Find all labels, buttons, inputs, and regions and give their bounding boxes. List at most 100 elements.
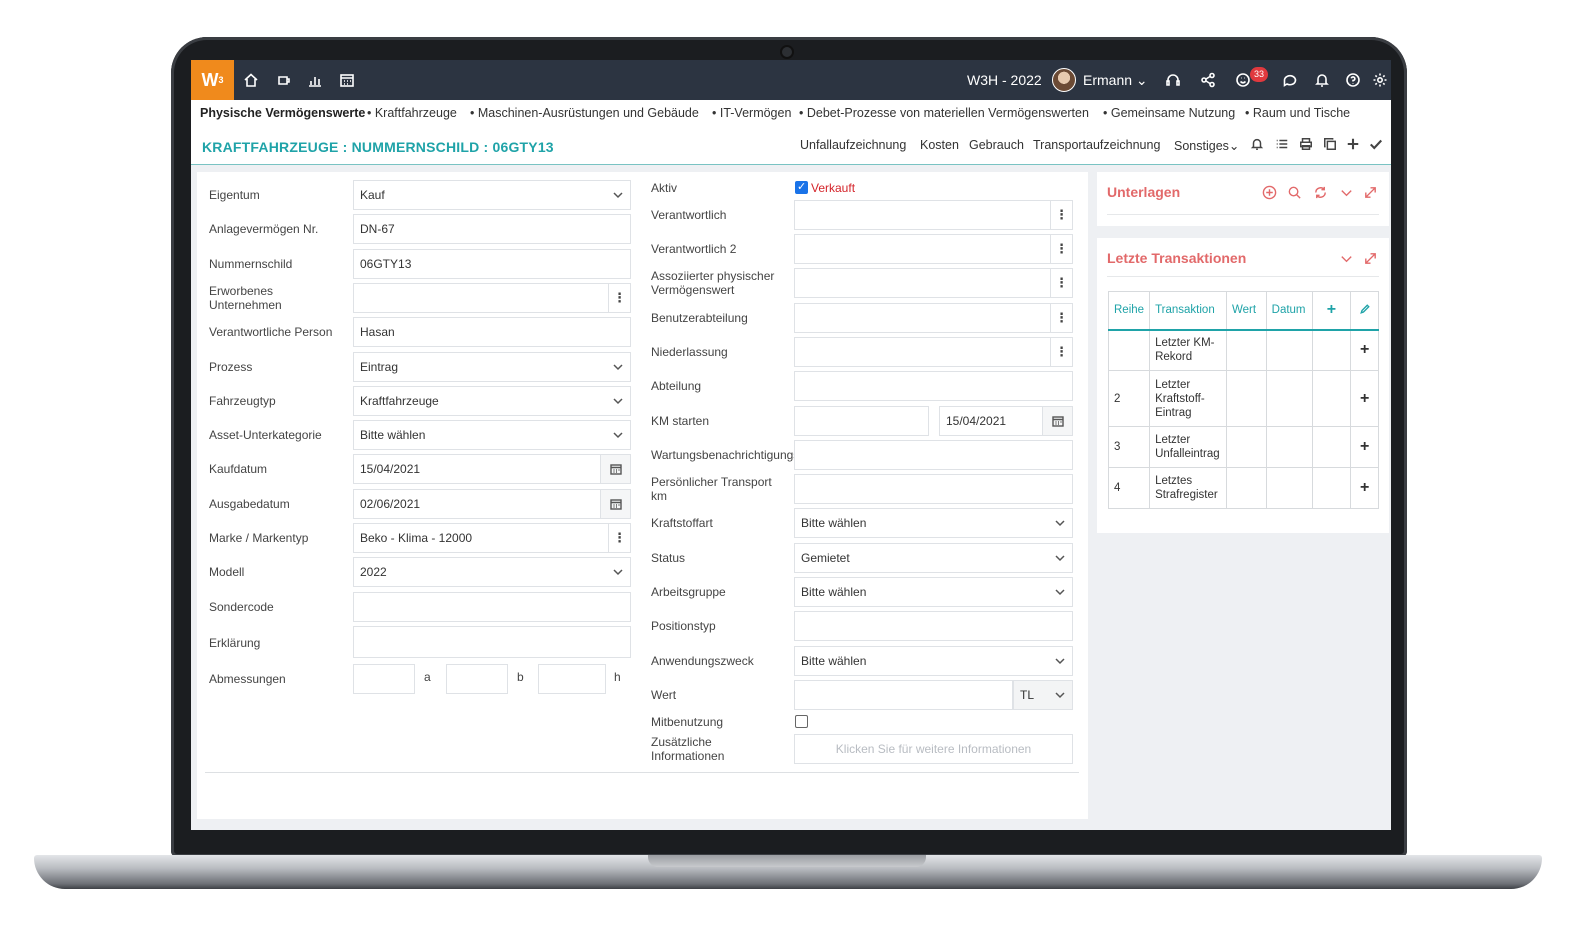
status-select[interactable]: Gemietet: [794, 543, 1073, 573]
abteilung-input[interactable]: [794, 371, 1073, 401]
headset-icon[interactable]: [1163, 70, 1183, 90]
zusaetzliche-button[interactable]: Klicken Sie für weitere Informationen: [794, 734, 1073, 764]
tab-transportaufzeichnung[interactable]: Transportaufzeichnung: [1033, 138, 1160, 152]
persoenlicher-input[interactable]: [794, 474, 1073, 504]
expand-icon[interactable]: [1361, 249, 1379, 267]
transaktionen-panel: Letzte Transaktionen Reihe Transaktion W…: [1097, 238, 1389, 533]
user-menu[interactable]: Ermann ⌄: [1083, 72, 1148, 89]
cell-transaktion: Letzter Kraftstoff-Eintrag: [1149, 370, 1227, 427]
nav-kraftfahrzeuge[interactable]: • Kraftfahrzeuge: [367, 106, 457, 120]
search-icon[interactable]: [1285, 183, 1303, 201]
ausgabedatum-input[interactable]: 02/06/2021: [353, 489, 631, 519]
more-vertical-icon[interactable]: ⋮: [1050, 269, 1072, 297]
tab-gebrauch[interactable]: Gebrauch: [969, 138, 1024, 152]
kraftstoffart-select[interactable]: Bitte wählen: [794, 508, 1073, 538]
more-vertical-icon[interactable]: ⋮: [1050, 304, 1072, 332]
verkauft-checkbox[interactable]: [795, 180, 808, 194]
nav-it[interactable]: • IT-Vermögen: [712, 106, 791, 120]
km-starten-date[interactable]: 15/04/2021: [939, 406, 1073, 436]
add-icon[interactable]: [1346, 137, 1362, 153]
nav-gemeinsame[interactable]: • Gemeinsame Nutzung: [1103, 106, 1235, 120]
more-vertical-icon[interactable]: ⋮: [1050, 235, 1072, 263]
eigentum-select[interactable]: Kauf: [353, 180, 631, 210]
verantwortlich-lookup[interactable]: ⋮: [794, 200, 1073, 230]
unterlagen-panel: Unterlagen: [1097, 172, 1389, 226]
avatar[interactable]: [1052, 68, 1076, 92]
list-icon[interactable]: [1275, 137, 1291, 153]
calendar-icon[interactable]: [600, 455, 630, 483]
calendar-icon[interactable]: [337, 70, 357, 90]
calendar-icon[interactable]: [1042, 407, 1072, 435]
mitbenutzung-checkbox[interactable]: [795, 715, 808, 728]
row-add-icon[interactable]: +: [1350, 329, 1379, 371]
row-add-icon[interactable]: +: [1350, 467, 1379, 509]
tab-unfallaufzeichnung[interactable]: Unfallaufzeichnung: [800, 138, 906, 152]
abmessung-a-input[interactable]: [353, 664, 415, 694]
more-vertical-icon[interactable]: ⋮: [1050, 338, 1072, 366]
positionstyp-input[interactable]: [794, 611, 1073, 641]
app-logo[interactable]: W3: [191, 60, 234, 100]
gear-icon[interactable]: [1370, 70, 1390, 90]
asset-unterkategorie-select[interactable]: Bitte wählen: [353, 420, 631, 450]
cell-wert: [1225, 329, 1267, 371]
copy-icon[interactable]: [1323, 137, 1339, 153]
more-vertical-icon[interactable]: ⋮: [1050, 201, 1072, 229]
unit-b: b: [517, 670, 524, 684]
edit-pencil-icon[interactable]: [1350, 291, 1379, 331]
nummernschild-input[interactable]: 06GTY13: [353, 249, 631, 279]
row-add-icon[interactable]: +: [1350, 370, 1379, 427]
sondercode-input[interactable]: [353, 592, 631, 622]
help-icon[interactable]: [1343, 70, 1363, 90]
km-starten-input[interactable]: [794, 406, 929, 436]
benutzerabteilung-lookup[interactable]: ⋮: [794, 303, 1073, 333]
print-icon[interactable]: [1299, 137, 1315, 153]
home-icon[interactable]: [241, 70, 261, 90]
nav-raum[interactable]: • Raum und Tische: [1245, 106, 1350, 120]
modell-select[interactable]: 2022: [353, 557, 631, 587]
marke-lookup[interactable]: Beko - Klima - 12000 ⋮: [353, 523, 631, 553]
nav-physische[interactable]: Physische Vermögenswerte: [200, 106, 365, 120]
assoziierter-lookup[interactable]: ⋮: [794, 268, 1073, 298]
cell-transaktion: Letzter Unfalleintrag: [1149, 426, 1227, 468]
share-icon[interactable]: [1198, 70, 1218, 90]
erworbenes-lookup[interactable]: ⋮: [353, 283, 631, 313]
bell-icon[interactable]: [1312, 70, 1332, 90]
fahrzeugtyp-select[interactable]: Kraftfahrzeuge: [353, 386, 631, 416]
coffee-icon[interactable]: [274, 70, 294, 90]
tab-sonstiges[interactable]: Sonstiges⌄: [1174, 138, 1239, 153]
calendar-icon[interactable]: [600, 490, 630, 518]
form-card: Eigentum Kauf Anlagevermögen Nr. DN-67 N…: [197, 172, 1088, 819]
prozess-select[interactable]: Eintrag: [353, 352, 631, 382]
more-vertical-icon[interactable]: ⋮: [608, 284, 630, 312]
label-abmessungen: Abmessungen: [209, 672, 286, 686]
save-check-icon[interactable]: [1369, 137, 1385, 153]
verantwortliche-person-input[interactable]: Hasan: [353, 317, 631, 347]
abmessung-h-input[interactable]: [538, 664, 606, 694]
arbeitsgruppe-select[interactable]: Bitte wählen: [794, 577, 1073, 607]
currency-select[interactable]: TL: [1013, 680, 1073, 710]
chevron-down-icon[interactable]: [1337, 183, 1355, 201]
nav-maschinen[interactable]: • Maschinen-Ausrüstungen und Gebäude: [470, 106, 699, 120]
bell-icon[interactable]: [1250, 137, 1266, 153]
row-add-icon[interactable]: +: [1350, 426, 1379, 468]
anlage-input[interactable]: DN-67: [353, 214, 631, 244]
chevron-down-icon[interactable]: [1337, 249, 1355, 267]
refresh-icon[interactable]: [1311, 183, 1329, 201]
niederlassung-lookup[interactable]: ⋮: [794, 337, 1073, 367]
erklaerung-textarea[interactable]: [353, 626, 631, 658]
chat-icon[interactable]: [1280, 70, 1300, 90]
label-anwendungszweck: Anwendungszweck: [651, 654, 754, 668]
abmessung-b-input[interactable]: [446, 664, 508, 694]
expand-icon[interactable]: [1361, 183, 1379, 201]
nav-debet[interactable]: • Debet-Prozesse von materiellen Vermöge…: [799, 106, 1089, 120]
add-row-icon[interactable]: +: [1311, 291, 1352, 331]
verantwortlich2-lookup[interactable]: ⋮: [794, 234, 1073, 264]
anwendungszweck-select[interactable]: Bitte wählen: [794, 646, 1073, 676]
kaufdatum-input[interactable]: 15/04/2021: [353, 454, 631, 484]
wert-input[interactable]: [794, 680, 1013, 710]
tab-kosten[interactable]: Kosten: [920, 138, 959, 152]
wartung-input[interactable]: [794, 440, 1073, 470]
chart-icon[interactable]: [305, 70, 325, 90]
more-vertical-icon[interactable]: ⋮: [608, 524, 630, 552]
add-circle-icon[interactable]: [1260, 183, 1278, 201]
